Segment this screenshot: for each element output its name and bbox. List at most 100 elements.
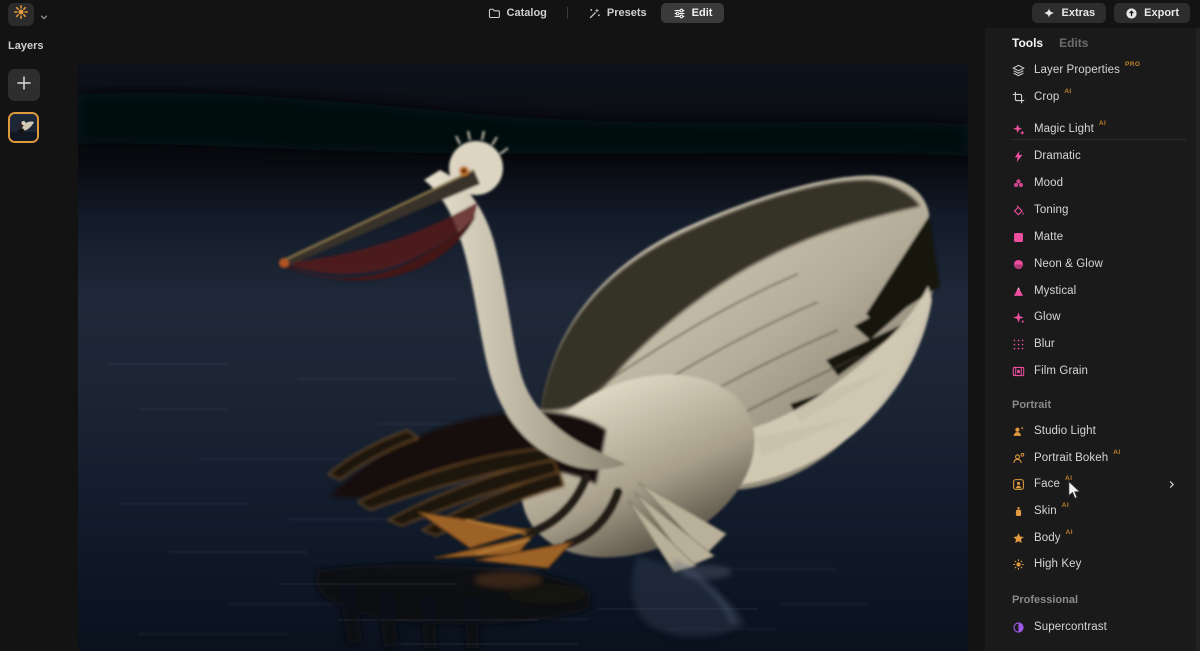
sun-icon	[1012, 558, 1025, 571]
chevron-right-icon	[1167, 480, 1176, 489]
export-button[interactable]: Export	[1114, 3, 1190, 23]
ai-badge: AI	[1113, 449, 1120, 456]
tool-label: Magic Light	[1034, 123, 1094, 135]
circle-icon	[1012, 258, 1025, 271]
tool-film-grain[interactable]: Film Grain	[1012, 358, 1184, 384]
pro-badge: PRO	[1125, 61, 1140, 68]
top-bar: Catalog Presets Edit Extras	[0, 0, 1200, 28]
add-layer-button[interactable]	[8, 69, 40, 101]
layer-thumbnail-selected[interactable]	[8, 112, 39, 143]
star-person-icon	[1012, 532, 1025, 545]
tab-tools[interactable]: Tools	[1012, 36, 1043, 50]
sliders-icon	[673, 7, 686, 20]
tab-label: Presets	[607, 7, 647, 19]
person-light-icon	[1012, 425, 1025, 438]
tool-label: Supercontrast	[1034, 621, 1107, 633]
tool-label: Neon & Glow	[1034, 258, 1103, 270]
tool-label: Film Grain	[1034, 365, 1088, 377]
mode-tabs: Catalog Presets Edit	[0, 3, 1200, 23]
tool-magic-light[interactable]: Magic Light AI	[1012, 116, 1184, 142]
tool-body[interactable]: Body AI	[1012, 525, 1184, 551]
tab-catalog[interactable]: Catalog	[476, 3, 559, 23]
section-portrait: Portrait	[1012, 399, 1051, 411]
tool-dramatic[interactable]: Dramatic	[1012, 143, 1184, 169]
tool-skin[interactable]: Skin AI	[1012, 498, 1184, 524]
tool-mood[interactable]: Mood	[1012, 170, 1184, 196]
tab-presets[interactable]: Presets	[576, 3, 659, 23]
tool-label: High Key	[1034, 558, 1081, 570]
tool-label: Dramatic	[1034, 150, 1081, 162]
tool-supercontrast[interactable]: Supercontrast	[1012, 614, 1184, 640]
glow-star-icon	[1012, 311, 1025, 324]
tool-label: Glow	[1034, 311, 1061, 323]
pelican-photo	[78, 64, 968, 651]
ai-badge: AI	[1066, 529, 1073, 536]
wand-icon	[588, 7, 601, 20]
export-circle-icon	[1125, 7, 1138, 20]
tool-neon-glow[interactable]: Neon & Glow	[1012, 251, 1184, 277]
plus-icon	[15, 74, 33, 97]
tool-label: Matte	[1034, 231, 1063, 243]
tool-label: Body	[1034, 532, 1061, 544]
panel-tabs: Tools Edits	[1012, 36, 1088, 50]
tool-matte[interactable]: Matte	[1012, 224, 1184, 250]
tool-label: Skin	[1034, 505, 1057, 517]
ai-badge: AI	[1099, 120, 1106, 127]
person-bokeh-icon	[1012, 452, 1025, 465]
tool-mystical[interactable]: Mystical	[1012, 278, 1184, 304]
tool-toning[interactable]: Toning	[1012, 197, 1184, 223]
tab-label: Catalog	[507, 7, 547, 19]
sparkle-icon	[1043, 7, 1056, 20]
tools-panel: Tools Edits Layer Properties PRO Crop AI…	[985, 28, 1200, 651]
tool-label: Face	[1034, 478, 1060, 490]
tab-divider	[567, 7, 568, 19]
tool-layer-properties[interactable]: Layer Properties PRO	[1012, 57, 1184, 83]
tool-label: Crop	[1034, 91, 1059, 103]
folder-icon	[488, 7, 501, 20]
app-window: Catalog Presets Edit Extras	[0, 0, 1200, 651]
tool-crop[interactable]: Crop AI	[1012, 84, 1184, 110]
tool-label: Toning	[1034, 204, 1069, 216]
layer-thumbnail-image	[10, 114, 37, 141]
crop-icon	[1012, 91, 1025, 104]
tool-partial-cutoff[interactable]	[1012, 640, 1184, 651]
film-icon	[1012, 365, 1025, 378]
mouse-cursor	[1066, 480, 1084, 505]
tool-label: Layer Properties	[1034, 64, 1120, 76]
bottle-icon	[1012, 505, 1025, 518]
tool-label: Portrait Bokeh	[1034, 452, 1108, 464]
dot-grid-icon	[1012, 338, 1025, 351]
export-label: Export	[1144, 7, 1179, 19]
mountain-icon	[1012, 285, 1025, 298]
tool-blur[interactable]: Blur	[1012, 331, 1184, 357]
paint-bucket-icon	[1012, 204, 1025, 217]
extras-button[interactable]: Extras	[1032, 3, 1107, 23]
partial-circle-icon	[1012, 647, 1025, 651]
tab-edits[interactable]: Edits	[1059, 36, 1088, 50]
panel-scrollbar[interactable]	[1196, 28, 1200, 651]
top-actions: Extras Export	[1032, 3, 1190, 23]
tool-label: Studio Light	[1034, 425, 1096, 437]
bolt-icon	[1012, 150, 1025, 163]
tab-edit[interactable]: Edit	[661, 3, 725, 23]
photo-canvas[interactable]	[78, 64, 968, 651]
tool-studio-light[interactable]: Studio Light	[1012, 418, 1184, 444]
tool-high-key[interactable]: High Key	[1012, 551, 1184, 577]
ai-badge: AI	[1064, 88, 1071, 95]
tool-label: Mood	[1034, 177, 1063, 189]
tool-face[interactable]: Face AI	[1012, 471, 1184, 497]
layers-icon	[1012, 64, 1025, 77]
tool-label: Mystical	[1034, 285, 1076, 297]
tab-label: Edit	[692, 7, 713, 19]
magic-light-icon	[1012, 123, 1025, 136]
face-photo-icon	[1012, 478, 1025, 491]
tool-portrait-bokeh[interactable]: Portrait Bokeh AI	[1012, 445, 1184, 471]
tool-glow[interactable]: Glow	[1012, 304, 1184, 330]
tool-label: Blur	[1034, 338, 1055, 350]
flower-icon	[1012, 177, 1025, 190]
section-professional: Professional	[1012, 594, 1078, 606]
half-circle-icon	[1012, 621, 1025, 634]
layers-panel-title: Layers	[8, 40, 43, 52]
extras-label: Extras	[1062, 7, 1096, 19]
square-icon	[1012, 231, 1025, 244]
